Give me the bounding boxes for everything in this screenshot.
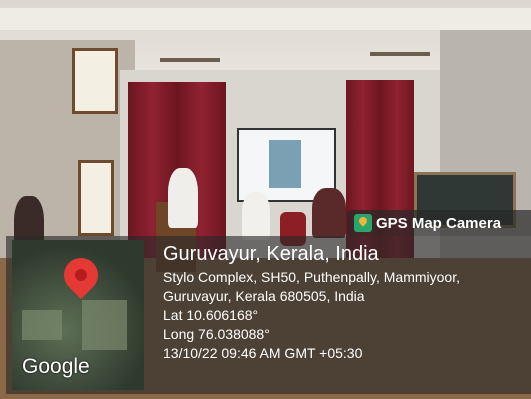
location-title: Guruvayur, Kerala, India — [163, 243, 379, 265]
app-name: GPS Map Camera — [376, 214, 502, 232]
speaker — [168, 168, 198, 228]
window — [78, 160, 114, 236]
timestamp: 13/10/22 09:46 AM GMT +05:30 — [163, 345, 363, 361]
gps-camera-badge: GPS Map Camera — [347, 210, 531, 236]
address-line-1: Stylo Complex, SH50, Puthenpally, Mammiy… — [163, 269, 460, 285]
window — [72, 48, 118, 114]
map-thumbnail: Google — [12, 240, 144, 390]
map-provider-logo: Google — [22, 355, 90, 378]
ceiling-beam — [0, 8, 531, 30]
projected-slide — [269, 140, 301, 188]
location-pin-icon — [56, 250, 106, 300]
seated-person — [312, 188, 346, 238]
ceiling-fan — [160, 58, 220, 62]
longitude: Long 76.038088° — [163, 326, 270, 342]
location-info: Guruvayur, Kerala, India Stylo Complex, … — [163, 243, 460, 363]
map-pin-app-icon — [354, 214, 372, 232]
ceiling-fan — [370, 52, 430, 56]
map-terrain — [82, 300, 127, 350]
latitude: Lat 10.606168° — [163, 307, 259, 323]
map-terrain — [22, 310, 62, 340]
address-line-2: Guruvayur, Kerala 680505, India — [163, 288, 365, 304]
seated-person — [242, 192, 270, 240]
